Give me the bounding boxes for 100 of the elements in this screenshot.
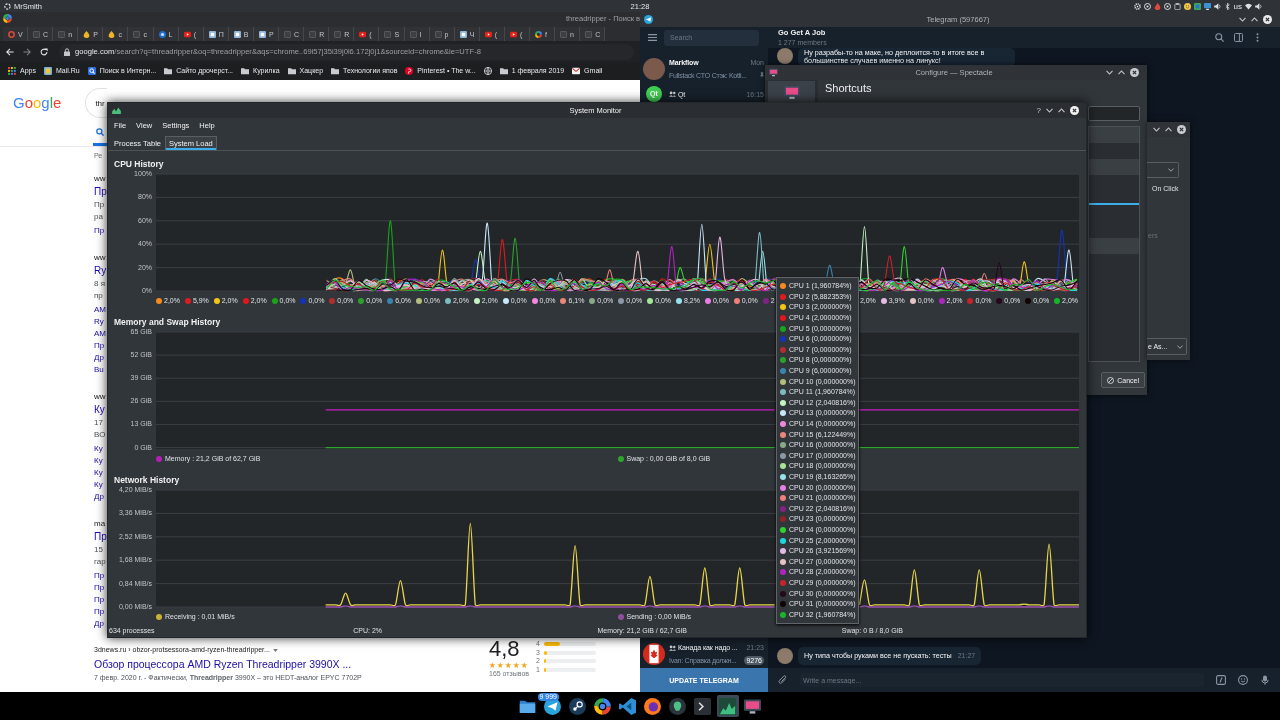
caret-icon[interactable] [1177, 344, 1183, 349]
result-link[interactable]: Bu [94, 364, 104, 376]
minimize-icon[interactable] [1239, 17, 1246, 22]
focus-line [1089, 203, 1139, 205]
result-link[interactable]: Др [94, 491, 104, 503]
chart-icon [719, 697, 736, 715]
result-snippet: гар [94, 556, 106, 568]
square-icon [208, 30, 216, 38]
gear-icon[interactable] [1133, 2, 1141, 10]
caret-icon[interactable] [272, 648, 278, 652]
result-link[interactable]: Пр [94, 594, 105, 606]
result-link[interactable]: Пр [94, 606, 105, 618]
result-link[interactable]: AM [94, 328, 106, 340]
result-link[interactable]: Ку [94, 467, 103, 479]
maximize-icon[interactable] [1165, 127, 1172, 132]
result-title[interactable]: Пр [94, 185, 107, 199]
emblem-icon [669, 697, 686, 715]
result-link[interactable]: Др [94, 618, 104, 630]
result-link[interactable]: AM [94, 304, 106, 316]
page-icon [284, 30, 292, 38]
close-icon[interactable] [1070, 106, 1079, 115]
keyboard-layout[interactable]: us [1233, 1, 1242, 11]
microphone-icon[interactable] [1260, 675, 1270, 685]
taskbar-button[interactable] [691, 695, 714, 717]
tile-icon[interactable] [1193, 2, 1201, 10]
smiley-icon[interactable] [1238, 675, 1248, 685]
result-link[interactable]: Ку [94, 479, 103, 491]
result-link[interactable]: Ry [94, 316, 104, 328]
result-title[interactable]: Ку [94, 403, 105, 417]
paperclip-icon[interactable] [778, 675, 788, 685]
rating-score: 4,8 [489, 637, 520, 661]
minimize-icon[interactable] [1106, 70, 1113, 75]
ring-icon[interactable] [1143, 2, 1151, 10]
caret-icon[interactable] [1168, 168, 1174, 172]
envelope-icon [572, 67, 581, 75]
active-tab-indicator [93, 143, 107, 146]
maximize-icon[interactable] [1251, 17, 1258, 22]
page-icon [585, 30, 593, 38]
result-url: ww [94, 252, 106, 264]
result-snippet: Пр [94, 199, 105, 211]
result-link[interactable]: Пр [94, 225, 105, 237]
maximize-icon[interactable] [1058, 108, 1065, 113]
input-field[interactable] [1088, 106, 1140, 121]
sidebar-icon[interactable] [1234, 33, 1243, 42]
close-icon[interactable] [1130, 68, 1139, 77]
menu-icon[interactable] [648, 34, 657, 41]
close-icon[interactable] [1263, 15, 1272, 24]
ring-icon[interactable] [1163, 2, 1171, 10]
help-button[interactable]: ? [1036, 106, 1041, 115]
flame-icon[interactable] [1153, 2, 1161, 10]
speaker-icon[interactable] [1255, 2, 1262, 10]
page-title: Shortcuts [825, 81, 872, 95]
bookmark[interactable] [483, 67, 492, 75]
result-link[interactable]: Ку [94, 443, 103, 455]
result-link[interactable]: Пр [94, 582, 105, 594]
close-icon[interactable] [1177, 125, 1186, 134]
speaker-icon[interactable] [1213, 2, 1221, 10]
cancel-icon [1107, 376, 1115, 384]
result-link[interactable]: Пр [94, 570, 105, 582]
command-icon[interactable] [1216, 675, 1226, 685]
result-link[interactable]: Пр [94, 340, 105, 352]
page-icon [309, 30, 317, 38]
result-link[interactable]: Др [94, 352, 104, 364]
lock-icon [64, 47, 70, 56]
result-link[interactable]: Ку [94, 455, 103, 467]
result-title[interactable]: Ry [94, 264, 107, 278]
circle-icon [405, 67, 414, 75]
section-title: Memory and Swap History [114, 316, 221, 329]
forward-icon[interactable] [23, 47, 31, 56]
ring-icon [8, 30, 15, 38]
wifi-icon[interactable] [1245, 2, 1252, 10]
ribbon-icon [619, 697, 636, 715]
chart-icon [112, 107, 121, 114]
result-title[interactable]: Пр [94, 530, 107, 544]
section-title: CPU History [114, 158, 164, 171]
page-icon [133, 30, 141, 38]
screen-icon[interactable] [1203, 2, 1211, 10]
taskbar-button[interactable] [566, 695, 589, 717]
back-icon[interactable] [6, 47, 14, 56]
reload-icon[interactable] [40, 47, 48, 56]
result-url: ma [94, 518, 106, 530]
taskbar-button[interactable] [666, 695, 689, 717]
taskbar-button[interactable] [616, 695, 639, 717]
result-snippet: 17 [94, 417, 103, 429]
result-snippet: 8 я [94, 278, 105, 290]
taskbar-button[interactable] [716, 695, 739, 717]
search-icon[interactable] [96, 128, 104, 136]
minimize-icon[interactable] [1046, 108, 1053, 113]
smiley-icon[interactable] [1183, 2, 1191, 10]
maximize-icon[interactable] [1118, 70, 1125, 75]
minimize-icon[interactable] [1153, 127, 1160, 132]
clipboard-icon[interactable] [1173, 2, 1181, 10]
taskbar-button[interactable] [641, 695, 664, 717]
taskbar-button[interactable] [591, 695, 614, 717]
search-icon[interactable] [1215, 33, 1224, 42]
page-icon [384, 30, 392, 38]
launcher-icon[interactable] [4, 2, 11, 10]
sidebar-item[interactable] [768, 81, 815, 103]
bluetooth-icon[interactable] [1223, 2, 1231, 10]
result-title[interactable]: Обзор процессора AMD Ryzen Threadripper 3990X ... [94, 656, 352, 672]
